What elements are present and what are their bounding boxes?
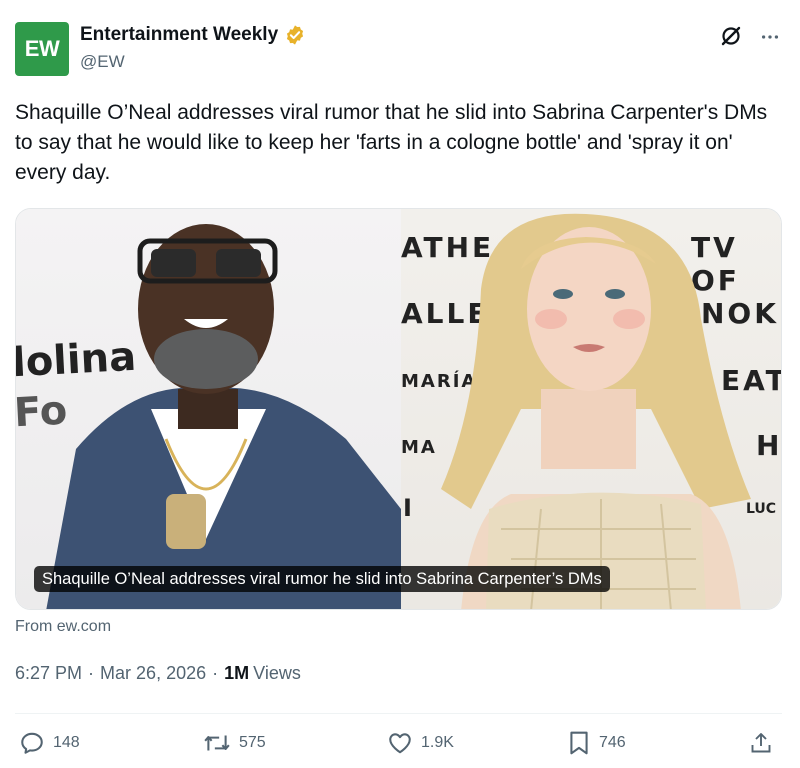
meta-separator: · <box>212 663 219 683</box>
reply-count: 148 <box>53 734 80 751</box>
source-link[interactable]: From ew.com <box>15 618 111 636</box>
more-icon[interactable] <box>759 26 781 53</box>
avatar-logo-text: EW <box>24 36 60 61</box>
tweet-meta: 6:27 PM · Mar 26, 2026 · 1M Views <box>15 663 301 684</box>
author-name-row: Entertainment Weekly <box>80 24 306 46</box>
bookmark-icon <box>567 730 591 756</box>
media-card[interactable]: lolina Fo ATHE TV OF ALLE NOKI MARÍA EAT… <box>15 208 782 610</box>
like-count: 1.9K <box>421 734 454 751</box>
tweet-time[interactable]: 6:27 PM <box>15 663 82 684</box>
share-button[interactable] <box>749 730 773 756</box>
reply-icon <box>19 730 45 756</box>
divider <box>15 713 782 714</box>
verified-badge-icon[interactable] <box>284 24 306 46</box>
tweet-date[interactable]: Mar 26, 2026 <box>100 663 206 684</box>
photo-sabrina[interactable]: ATHE TV OF ALLE NOKI MARÍA EAT MA H I LU… <box>401 209 781 609</box>
repost-count: 575 <box>239 734 266 751</box>
tweet-header: EW Entertainment Weekly @EW <box>15 22 785 76</box>
meta-separator: · <box>88 663 95 683</box>
shaquille-illustration <box>46 224 401 609</box>
like-icon <box>387 730 413 756</box>
reply-button[interactable]: 148 <box>19 730 80 756</box>
action-bar: 148 575 1.9K 746 <box>15 730 785 760</box>
photo-shaquille[interactable]: lolina Fo <box>16 209 401 609</box>
like-button[interactable]: 1.9K <box>387 730 454 756</box>
views-label: Views <box>253 663 301 683</box>
repost-button[interactable]: 575 <box>203 730 266 756</box>
bookmark-count: 746 <box>599 734 626 751</box>
author-handle[interactable]: @EW <box>80 52 125 72</box>
bookmark-button[interactable]: 746 <box>567 730 626 756</box>
tweet-text: Shaquille O’Neal addresses viral rumor t… <box>15 101 768 184</box>
share-icon <box>749 730 773 756</box>
sabrina-illustration <box>441 213 751 609</box>
grok-icon[interactable] <box>719 24 743 53</box>
media-caption: Shaquille O’Neal addresses viral rumor h… <box>34 566 610 592</box>
author-name[interactable]: Entertainment Weekly <box>80 24 278 46</box>
avatar[interactable]: EW <box>15 22 69 76</box>
repost-icon <box>203 730 231 756</box>
views-count: 1M <box>224 663 250 683</box>
